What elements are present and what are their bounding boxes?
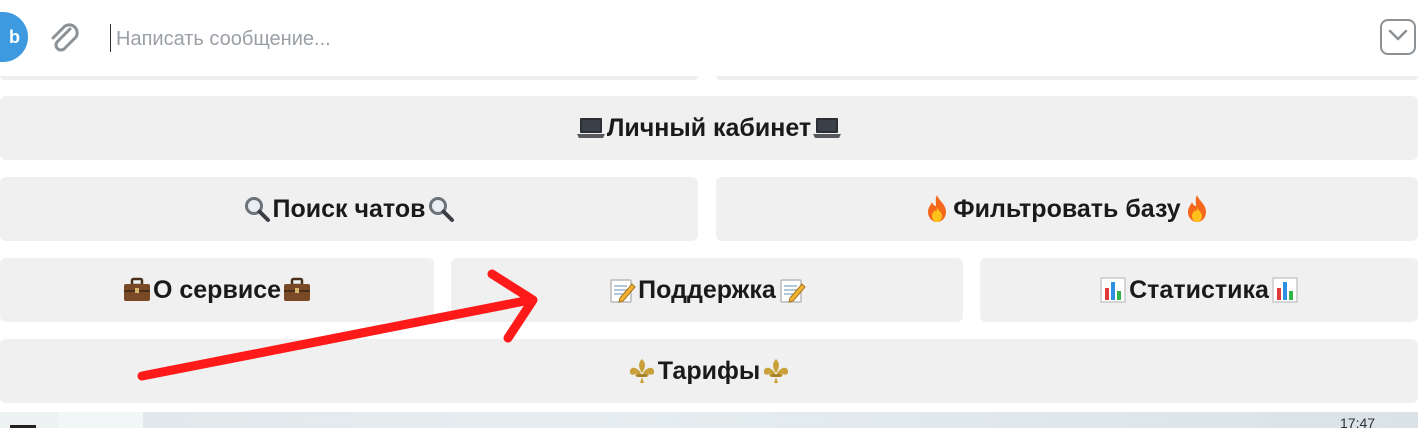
keyboard-toggle-button[interactable] (1380, 19, 1416, 55)
bar-chart-icon (1270, 275, 1300, 305)
message-composer: b (0, 0, 1418, 76)
kb-button-about-service[interactable]: О сервисе (0, 258, 434, 322)
chevron-down-icon (1387, 28, 1409, 47)
text-cursor (110, 24, 111, 52)
paperclip-icon[interactable] (46, 20, 84, 58)
send-button-label: b (9, 26, 20, 47)
magnifier-icon (242, 194, 272, 224)
fire-icon (922, 194, 952, 224)
fleur-de-lis-icon (627, 356, 657, 386)
briefcase-icon (282, 275, 312, 305)
message-time: 17:47 (1340, 415, 1376, 428)
chat-background-strip: 17:47 (0, 412, 1418, 428)
kb-button-statistics[interactable]: Статистика (980, 258, 1418, 322)
message-panel-edge (58, 412, 143, 428)
kb-button-label: Поддержка (638, 275, 776, 304)
kb-button-label: Личный кабинет (606, 113, 812, 142)
telegram-bot-screen: b Написать сообщение... Личный кабинет П… (0, 0, 1418, 428)
kb-button-label: Тарифы (657, 356, 761, 385)
memo-icon (607, 275, 637, 305)
magnifier-icon (426, 194, 456, 224)
kb-button-search-chats[interactable]: Поиск чатов (0, 177, 698, 241)
kb-button-label: Статистика (1129, 275, 1269, 304)
bar-chart-icon (1098, 275, 1128, 305)
kb-button-label: Фильтровать базу (953, 194, 1181, 223)
send-button[interactable]: b (0, 12, 28, 62)
keyboard-row-edge (0, 76, 698, 80)
laptop-icon (812, 113, 842, 143)
message-panel-edge (0, 412, 58, 428)
kb-button-filter-base[interactable]: Фильтровать базу (716, 177, 1418, 241)
kb-button-tariffs[interactable]: Тарифы (0, 339, 1418, 403)
memo-icon (777, 275, 807, 305)
kb-button-label: Поиск чатов (272, 194, 426, 223)
briefcase-icon (122, 275, 152, 305)
message-input[interactable] (114, 18, 1018, 60)
bot-reply-keyboard: Личный кабинет Поиск чатов Фильтровать б… (0, 76, 1418, 412)
keyboard-row-edge (716, 76, 1418, 80)
fire-icon (1182, 194, 1212, 224)
kb-button-support[interactable]: Поддержка (451, 258, 963, 322)
fleur-de-lis-icon (761, 356, 791, 386)
laptop-icon (576, 113, 606, 143)
kb-button-personal-account[interactable]: Личный кабинет (0, 96, 1418, 160)
kb-button-label: О сервисе (152, 275, 281, 304)
